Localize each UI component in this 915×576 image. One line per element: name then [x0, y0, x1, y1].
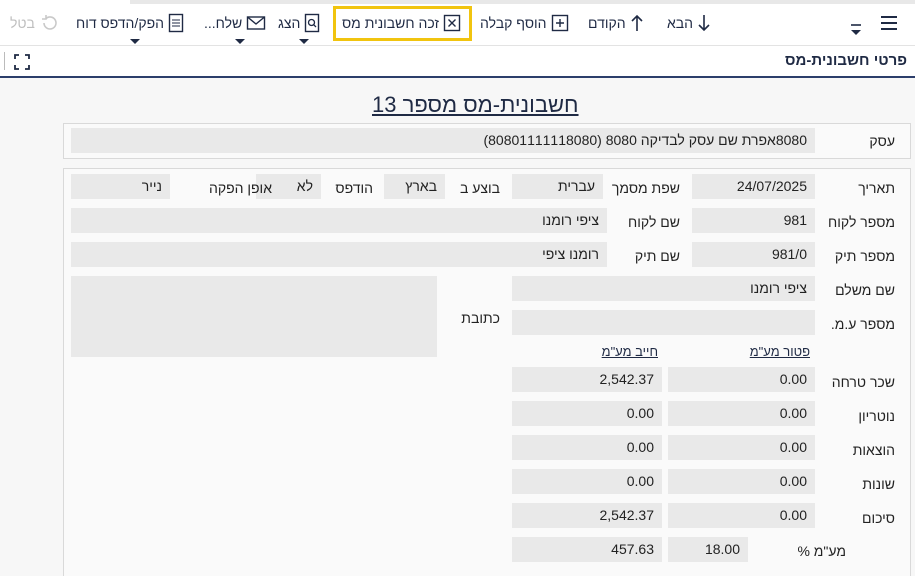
issue-method-label: אופן הפקה: [208, 180, 272, 196]
next-button[interactable]: הבא: [667, 8, 711, 38]
send-label: שלח...: [204, 15, 243, 31]
collapse-down-icon: [848, 21, 864, 37]
exempt-vat-header: פטור מע"מ: [749, 344, 810, 359]
taxable-amount-field[interactable]: 2,542.37: [512, 367, 662, 392]
customer-name-field[interactable]: ציפי רומנו: [71, 208, 607, 233]
section-header: פרטי חשבונית-מס: [0, 46, 915, 78]
address-label: כתובת: [461, 310, 500, 326]
undo-icon: [39, 13, 59, 33]
printed-label: הודפס: [335, 180, 373, 196]
doc-language-field[interactable]: עברית: [512, 174, 603, 199]
print-report-label: הפק/הדפס דוח: [76, 15, 164, 31]
date-field[interactable]: 24/07/2025: [692, 174, 815, 199]
customer-number-field[interactable]: 981: [692, 208, 815, 233]
file-name-field[interactable]: רומנו ציפי: [71, 242, 607, 267]
preview-icon: [304, 13, 320, 33]
arrow-up-icon: [630, 13, 644, 33]
envelope-icon: [246, 15, 266, 31]
address-field[interactable]: [71, 276, 437, 357]
print-report-button[interactable]: הפק/הדפס דוח: [76, 8, 184, 44]
business-field[interactable]: 8080אפרת שם עסק לבדיקה 8080 (80801111118…: [71, 128, 815, 153]
taxable-amount-field[interactable]: 0.00: [512, 401, 662, 426]
report-icon: [168, 13, 184, 33]
date-label: תאריך: [858, 180, 895, 196]
arrow-down-icon: [697, 13, 711, 33]
previous-button[interactable]: הקודם: [588, 8, 644, 38]
next-label: הבא: [667, 15, 694, 31]
file-number-field[interactable]: 981/0: [692, 242, 815, 267]
amount-row-label: סיכום: [861, 510, 895, 526]
vat-number-field[interactable]: [512, 310, 815, 335]
send-button[interactable]: שלח...: [204, 8, 266, 44]
amount-row-label: נוטריון: [858, 408, 895, 424]
section-title: פרטי חשבונית-מס: [785, 52, 907, 69]
vat-rate-field[interactable]: 18.00: [668, 537, 748, 562]
cancel-label: בטל: [10, 15, 35, 31]
file-number-label: מספר תיק: [834, 248, 895, 264]
add-receipt-button[interactable]: הוסף קבלה: [480, 8, 569, 38]
customer-name-label: שם לקוח: [628, 214, 680, 230]
toolbar-top-strip: [130, 0, 915, 4]
business-label: עסק: [869, 133, 895, 149]
chevron-down-icon: [130, 39, 140, 44]
fullscreen-icon[interactable]: [14, 54, 30, 70]
page-title[interactable]: חשבונית-מס מספר 13: [372, 92, 579, 118]
view-dropdown[interactable]: [848, 14, 864, 44]
vat-rate-label: מע"מ %: [797, 543, 846, 559]
performed-in-label: בוצע ב: [459, 180, 500, 196]
taxable-vat-header: חייב מע"מ: [601, 344, 658, 359]
toolbar: בטל הפק/הדפס דוח שלח... הצג זכה חשבונית …: [0, 0, 915, 46]
issue-method-field[interactable]: נייר: [71, 174, 170, 199]
menu-button[interactable]: [880, 8, 898, 38]
plus-box-icon: [551, 14, 569, 32]
vat-amount-field[interactable]: 457.63: [512, 537, 662, 562]
amount-row-label: שונות: [862, 476, 895, 492]
customer-number-label: מספר לקוח: [828, 214, 895, 230]
show-label: הצג: [278, 15, 301, 31]
previous-label: הקודם: [588, 15, 626, 31]
amount-row-label: שכר טרחה: [831, 374, 895, 390]
add-receipt-label: הוסף קבלה: [480, 15, 547, 31]
hamburger-menu-icon: [880, 15, 898, 31]
taxable-amount-field[interactable]: 0.00: [512, 469, 662, 494]
performed-in-field[interactable]: בארץ: [384, 174, 445, 199]
vat-number-label: מספר ע.מ.: [830, 316, 895, 332]
payer-name-field[interactable]: ציפי רומנו: [512, 276, 815, 301]
exempt-amount-field[interactable]: 0.00: [668, 401, 815, 426]
show-button[interactable]: הצג: [278, 8, 320, 44]
exempt-amount-field[interactable]: 0.00: [668, 367, 815, 392]
cancel-button[interactable]: בטל: [10, 8, 59, 38]
exempt-amount-field[interactable]: 0.00: [668, 435, 815, 460]
exempt-amount-field[interactable]: 0.00: [668, 503, 815, 528]
taxable-amount-field[interactable]: 2,542.37: [512, 503, 662, 528]
doc-language-label: שפת מסמך: [611, 180, 680, 196]
taxable-amount-field[interactable]: 0.00: [512, 435, 662, 460]
highlight-frame: [333, 6, 472, 41]
chevron-down-icon: [235, 39, 246, 44]
amount-row-label: הוצאות: [852, 442, 895, 458]
exempt-amount-field[interactable]: 0.00: [668, 469, 815, 494]
file-name-label: שם תיק: [634, 248, 680, 264]
payer-name-label: שם משלם: [835, 282, 895, 298]
chevron-down-icon: [299, 39, 310, 44]
divider: [4, 52, 5, 70]
